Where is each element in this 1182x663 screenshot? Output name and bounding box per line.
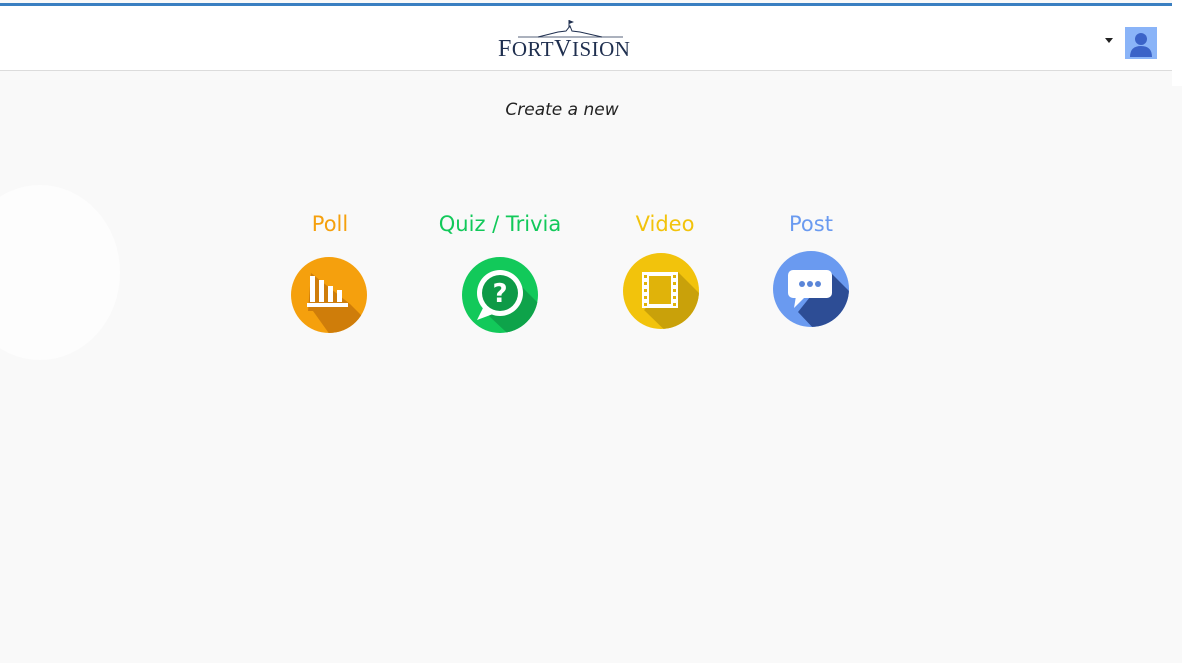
fortvision-logo[interactable]: FORTVISION <box>498 20 643 66</box>
post-label[interactable]: Post <box>772 212 850 236</box>
header: FORTVISION <box>0 6 1172 71</box>
quiz-option[interactable]: Quiz / Trivia ? <box>430 212 570 334</box>
user-menu[interactable] <box>1100 24 1160 62</box>
poll-label[interactable]: Poll <box>290 212 370 236</box>
video-label[interactable]: Video <box>622 212 708 236</box>
svg-text:?: ? <box>492 279 507 309</box>
avatar[interactable] <box>1125 27 1157 59</box>
chat-bubble-icon[interactable] <box>772 250 850 328</box>
bar-chart-icon[interactable] <box>290 256 368 334</box>
user-icon <box>1130 33 1152 57</box>
logo-text: FORTVISION <box>498 36 631 62</box>
caret-down-icon[interactable] <box>1105 38 1113 43</box>
film-icon[interactable] <box>622 252 700 330</box>
page-subtitle: Create a new <box>505 100 619 120</box>
post-option[interactable]: Post <box>772 212 850 330</box>
quiz-label[interactable]: Quiz / Trivia <box>430 212 570 236</box>
scrollbar-track <box>1172 0 1182 86</box>
question-bubble-icon[interactable]: ? <box>461 256 539 334</box>
background-shape <box>0 185 120 360</box>
poll-option[interactable]: Poll <box>290 212 370 334</box>
video-option[interactable]: Video <box>622 212 708 332</box>
top-accent-bar <box>0 3 1172 6</box>
page: FORTVISION Create a new Poll Quiz / Triv… <box>0 0 1182 663</box>
